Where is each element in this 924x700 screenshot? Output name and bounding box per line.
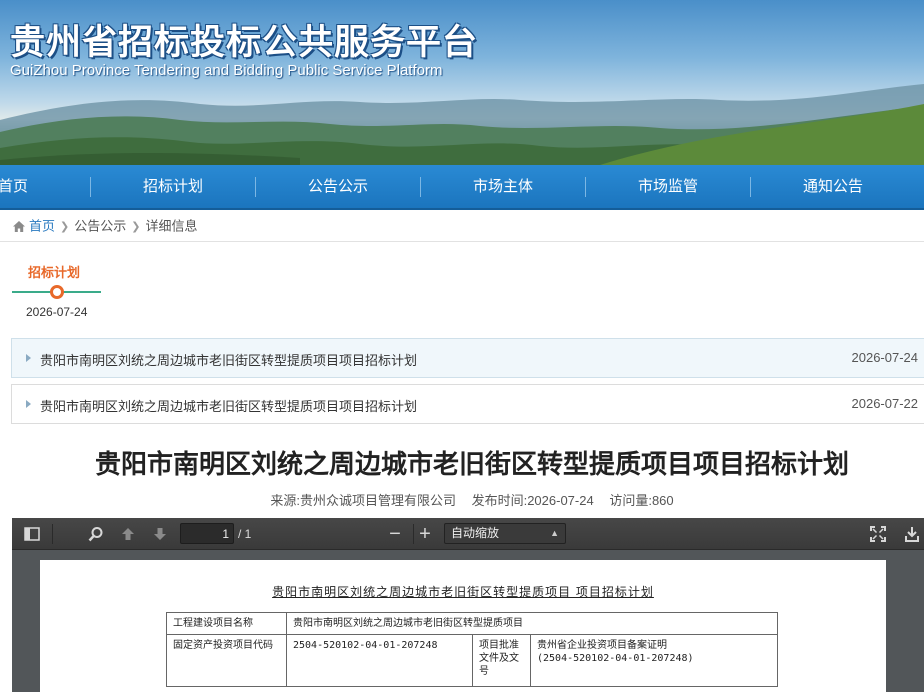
toolbar-divider — [413, 524, 414, 544]
pdf-toolbar: / 1 − + 自动缩放 ▲ — [12, 518, 924, 550]
breadcrumb-home-link[interactable]: 首页 — [29, 219, 55, 234]
nav-item-home[interactable]: 首页 — [0, 165, 46, 208]
timeline-tab-bidding-plan[interactable]: 招标计划 — [28, 262, 80, 281]
pdf-page: 贵阳市南明区刘统之周边城市老旧街区转型提质项目 项目招标计划 工程建设项目名称 … — [40, 560, 886, 700]
main-nav: 首页 招标计划 公告公示 市场主体 市场监管 通知公告 — [0, 165, 924, 210]
site-subtitle: GuiZhou Province Tendering and Bidding P… — [10, 62, 443, 79]
article-visit-count: 访问量:860 — [609, 493, 674, 508]
list-item-date: 2026-07-24 — [851, 350, 919, 365]
document-title: 贵阳市南明区刘统之周边城市老旧街区转型提质项目 项目招标计划 — [272, 585, 654, 599]
table-row: 固定资产投资项目代码 2504-520102-04-01-207248 项目批准… — [166, 634, 778, 687]
zoom-in-icon[interactable]: + — [415, 524, 435, 544]
article-source: 来源:贵州众诚项目管理有限公司 — [270, 493, 456, 508]
nav-item-market-entities[interactable]: 市场主体 — [421, 165, 585, 208]
breadcrumb-section-link[interactable]: 公告公示 — [74, 219, 126, 234]
nav-item-announcements[interactable]: 公告公示 — [256, 165, 420, 208]
zoom-select-value: 自动缩放 — [451, 526, 500, 540]
page-number-input[interactable] — [180, 523, 234, 544]
table-cell-value: 贵阳市南明区刘统之周边城市老旧街区转型提质项目 — [286, 612, 778, 635]
table-cell-label: 项目批准文件及文号 — [472, 634, 531, 687]
timeline-node-icon[interactable] — [50, 285, 64, 299]
zoom-out-icon[interactable]: − — [385, 524, 405, 544]
list-item-title: 贵阳市南明区刘统之周边城市老旧街区转型提质项目项目招标计划 — [40, 353, 418, 368]
zoom-select[interactable]: 自动缩放 ▲ — [444, 523, 566, 544]
approval-doc-number: (2504-520102-04-01-207248) — [537, 653, 694, 664]
table-cell-value: 2504-520102-04-01-207248 — [286, 634, 473, 687]
breadcrumb: 首页 ❯ 公告公示 ❯ 详细信息 — [12, 216, 197, 236]
next-page-icon[interactable] — [150, 524, 170, 544]
table-cell-label: 固定资产投资项目代码 — [166, 634, 287, 687]
nav-item-market-supervision[interactable]: 市场监管 — [586, 165, 750, 208]
pdf-viewer: / 1 − + 自动缩放 ▲ 贵阳市南明区刘统之周边城市老旧街区转型提质项目 项… — [12, 518, 924, 700]
caret-right-icon — [26, 400, 31, 408]
list-item-date: 2026-07-22 — [851, 396, 919, 411]
site-title: 贵州省招标投标公共服务平台 — [10, 23, 479, 63]
site-banner: 贵州省招标投标公共服务平台 GuiZhou Province Tendering… — [0, 0, 924, 165]
toolbar-divider — [52, 524, 53, 544]
previous-page-icon[interactable] — [118, 524, 138, 544]
table-row: 工程建设项目名称 贵阳市南明区刘统之周边城市老旧街区转型提质项目 — [166, 612, 778, 635]
article-meta: 来源:贵州众诚项目管理有限公司 发布时间:2026-07-24 访问量:860 — [0, 490, 924, 509]
nav-item-notices[interactable]: 通知公告 — [751, 165, 915, 208]
approval-doc-name: 贵州省企业投资项目备案证明 — [537, 640, 667, 651]
nav-item-bidding-plan[interactable]: 招标计划 — [91, 165, 255, 208]
list-item-title: 贵阳市南明区刘统之周边城市老旧街区转型提质项目项目招标计划 — [40, 399, 418, 414]
chevron-up-down-icon: ▲ — [550, 528, 559, 538]
chevron-right-icon: ❯ — [131, 220, 141, 233]
list-item[interactable]: 贵阳市南明区刘统之周边城市老旧街区转型提质项目项目招标计划 2026-07-22 — [11, 384, 924, 424]
document-table: 工程建设项目名称 贵阳市南明区刘统之周边城市老旧街区转型提质项目 固定资产投资项… — [166, 612, 778, 687]
table-cell-value: 贵州省企业投资项目备案证明 (2504-520102-04-01-207248) — [530, 634, 778, 687]
table-cell-label: 工程建设项目名称 — [166, 612, 287, 635]
sidebar-toggle-icon[interactable] — [22, 524, 42, 544]
caret-right-icon — [26, 354, 31, 362]
timeline-date: 2026-07-24 — [26, 305, 88, 319]
divider — [0, 241, 924, 242]
fullscreen-icon[interactable] — [868, 524, 888, 544]
home-icon — [13, 221, 25, 233]
article-publish-time: 发布时间:2026-07-24 — [471, 493, 594, 508]
list-item[interactable]: 贵阳市南明区刘统之周边城市老旧街区转型提质项目项目招标计划 2026-07-24 — [11, 338, 924, 378]
article-title: 贵阳市南明区刘统之周边城市老旧街区转型提质项目项目招标计划 — [94, 450, 849, 480]
search-icon[interactable] — [86, 524, 106, 544]
page-count: / 1 — [238, 527, 252, 541]
breadcrumb-current: 详细信息 — [145, 218, 198, 234]
download-icon[interactable] — [902, 524, 922, 544]
chevron-right-icon: ❯ — [60, 220, 70, 233]
